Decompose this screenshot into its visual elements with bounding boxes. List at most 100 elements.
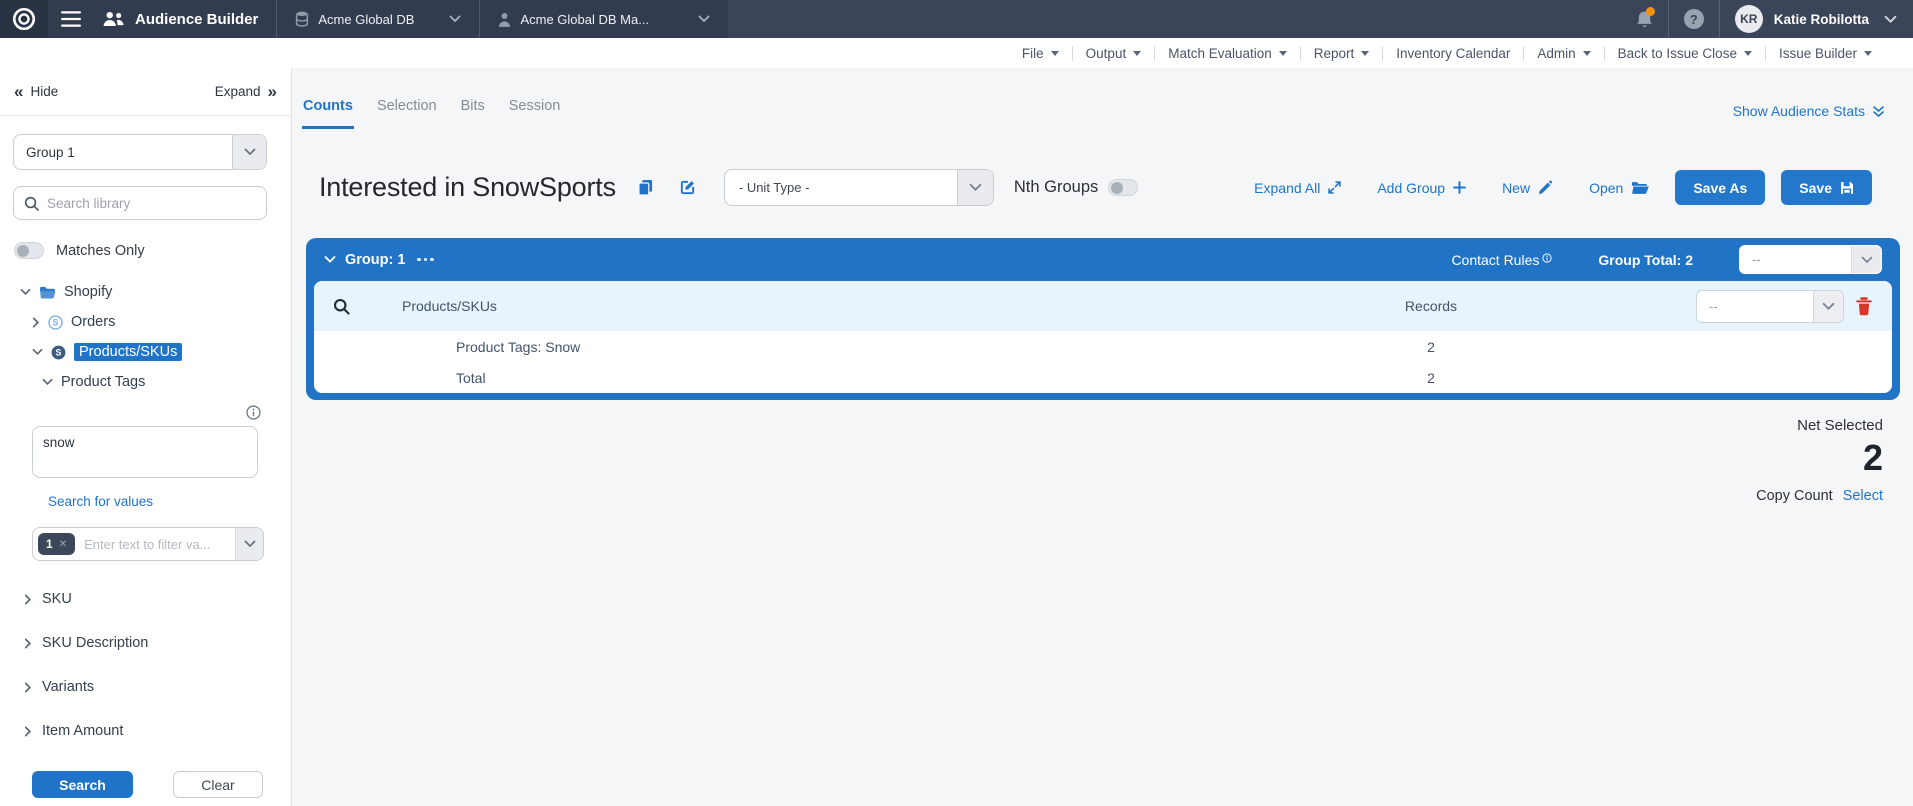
caret-down-icon [1744,51,1752,60]
tree-item-orders[interactable]: S Orders [0,307,291,337]
user-menu-chevron-icon[interactable] [1884,15,1897,24]
menu-issue-builder[interactable]: Issue Builder [1766,46,1885,61]
tab-session[interactable]: Session [508,94,562,129]
field-variants[interactable]: Variants [0,665,291,709]
topbar-divider [1719,0,1720,38]
unit-type-select[interactable]: - Unit Type - [724,169,994,206]
field-item-amount[interactable]: Item Amount [0,709,291,753]
double-chevron-right-icon: » [268,83,277,100]
tab-counts[interactable]: Counts [302,94,354,129]
chevron-down-icon[interactable] [235,528,263,560]
copy-audience-button[interactable] [638,179,653,196]
copy-icon [638,179,653,196]
chevron-down-icon [20,288,31,296]
app-logo[interactable] [0,0,48,38]
tree-item-shopify[interactable]: Shopify [0,277,291,307]
unit-type-value: - Unit Type - [725,180,957,195]
clear-button[interactable]: Clear [173,771,263,798]
chevron-down-icon [1851,246,1881,273]
menu-output[interactable]: Output [1073,46,1155,61]
matches-only-row: Matches Only [14,242,291,259]
menu-inventory-calendar[interactable]: Inventory Calendar [1383,46,1523,61]
tree-item-products-skus[interactable]: S Products/SKUs [0,337,291,367]
mapping-selector[interactable]: Acme Global DB Ma... [480,0,728,38]
group-logic-select[interactable]: -- [1739,245,1882,274]
collapse-group-chevron-icon[interactable] [324,255,336,264]
shopify-source-icon: S [48,315,63,330]
mapping-name: Acme Global DB Ma... [520,12,649,27]
contact-rules-link[interactable]: Contact Rules [1451,252,1552,268]
info-icon [1542,253,1552,263]
chevron-down-icon [449,15,461,23]
hide-sidebar-button[interactable]: « Hide [14,83,58,100]
audience-title: Interested in SnowSports [319,172,616,203]
menu-admin[interactable]: Admin [1524,46,1603,61]
add-group-link[interactable]: Add Group [1377,180,1466,196]
hamburger-menu-button[interactable] [48,0,94,38]
criteria-source-label: Products/SKUs [402,298,497,314]
tab-selection[interactable]: Selection [376,94,438,129]
save-button[interactable]: Save [1781,170,1872,205]
library-tree: Shopify S Orders S Products/SKUs [0,277,291,397]
field-sku[interactable]: SKU [0,577,291,621]
menu-back-to-issue-close[interactable]: Back to Issue Close [1605,46,1765,61]
audience-icon [102,11,125,27]
chevron-right-icon [24,726,32,737]
database-selector[interactable]: Acme Global DB [277,0,479,38]
field-label: SKU [42,591,72,607]
main-content: Counts Selection Bits Session Show Audie… [292,68,1913,806]
tree-item-label-selected: Products/SKUs [74,343,182,361]
menu-file[interactable]: File [1009,46,1072,61]
group-total: Group Total: 2 [1598,252,1693,268]
menu-report[interactable]: Report [1301,46,1383,61]
new-audience-link[interactable]: New [1502,180,1553,196]
remove-chip-icon[interactable]: ✕ [59,539,67,550]
open-audience-link[interactable]: Open [1589,180,1649,196]
search-button[interactable]: Search [32,771,133,798]
expand-all-link[interactable]: Expand All [1254,180,1341,196]
library-search-input[interactable] [47,196,256,211]
expand-sidebar-button[interactable]: Expand » [215,83,277,100]
value-search-textarea[interactable]: snow [32,426,258,478]
save-icon [1840,181,1854,195]
caret-down-icon [1279,51,1287,60]
nth-groups-toggle[interactable] [1108,179,1138,196]
user-icon [498,12,511,27]
menu-match-evaluation[interactable]: Match Evaluation [1155,46,1300,61]
criteria-logic-select[interactable]: -- [1696,290,1844,323]
copy-count-select-link[interactable]: Select [1843,488,1883,504]
group-select[interactable]: Group 1 [13,134,267,170]
pencil-icon [1538,180,1553,195]
filter-values-input: 1 ✕ [32,527,264,561]
search-for-values-link[interactable]: Search for values [48,494,153,509]
matches-only-toggle[interactable] [14,242,44,259]
filter-text-input[interactable] [84,537,235,552]
field-label: Variants [42,679,94,695]
tab-bits[interactable]: Bits [460,94,486,129]
shopify-source-icon: S [51,345,66,360]
double-chevron-left-icon: « [14,83,23,100]
group-options-icon[interactable] [417,258,434,262]
chevron-down-icon [42,378,53,386]
edit-title-button[interactable] [679,179,696,196]
field-list: SKU SKU Description Variants Item Amount [0,577,291,753]
audience-actions: Expand All Add Group New Open [1254,180,1649,196]
field-sku-description[interactable]: SKU Description [0,621,291,665]
help-button[interactable]: ? [1684,9,1704,29]
show-audience-stats-link[interactable]: Show Audience Stats [1733,103,1885,129]
user-avatar: KR [1735,5,1763,33]
topbar-divider [1668,0,1669,38]
delete-criteria-button[interactable] [1856,297,1872,316]
criteria-row[interactable]: Product Tags: Snow 2 [314,331,1892,362]
save-as-button[interactable]: Save As [1675,170,1765,205]
criteria-header-row: Products/SKUs Records -- [314,281,1892,331]
tree-item-product-tags[interactable]: Product Tags [0,367,291,397]
notifications-button[interactable] [1636,10,1653,29]
hamburger-icon [61,11,81,27]
sidebar-header: « Hide Expand » [0,68,291,116]
criteria-row-label: Product Tags: Snow [456,339,580,355]
info-icon[interactable] [246,405,261,420]
sidebar-actions: Search Clear [32,771,263,798]
criteria-search-icon[interactable] [314,298,368,315]
folder-icon [39,286,56,299]
